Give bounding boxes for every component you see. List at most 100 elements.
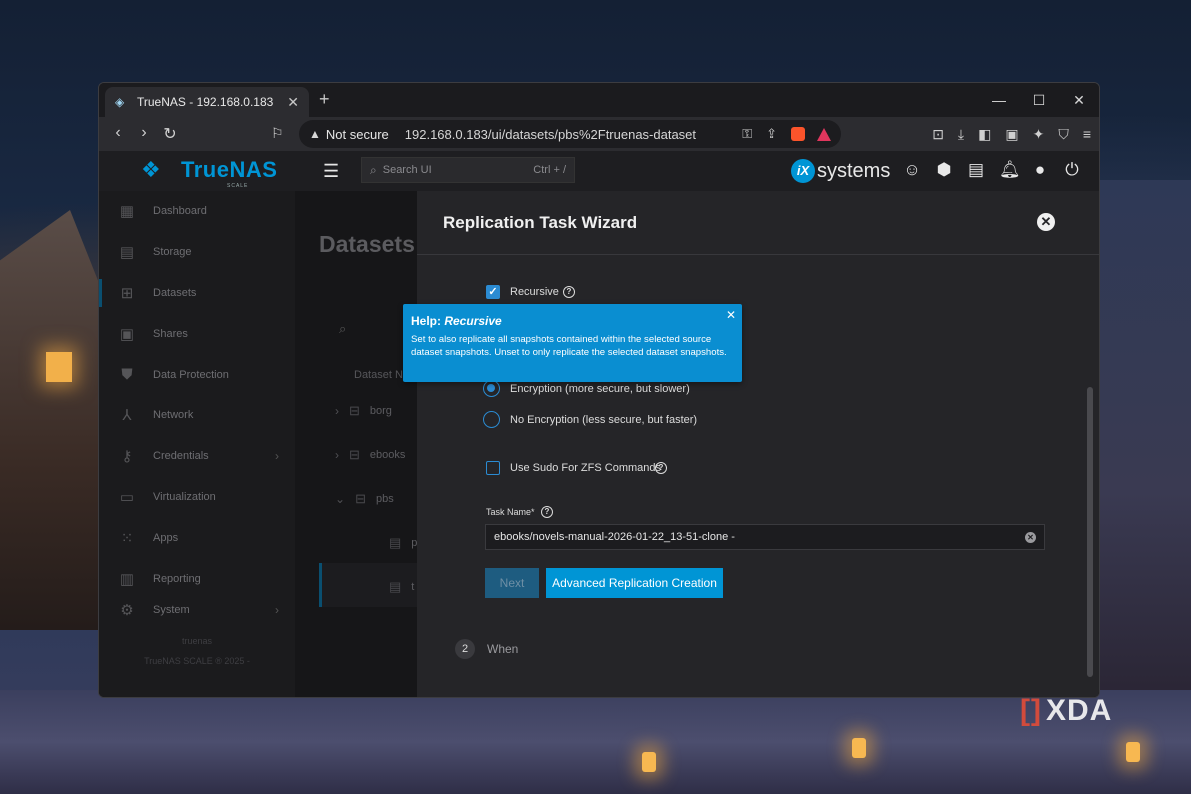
help-icon[interactable]: ?: [563, 286, 575, 298]
sidebar-item-label: Network: [153, 409, 194, 422]
no-encryption-radio[interactable]: [483, 411, 500, 428]
help-tooltip: Help: Recursive Set to also replicate al…: [403, 304, 742, 382]
dataset-search-icon[interactable]: ⌕: [339, 321, 346, 337]
encryption-radio[interactable]: [483, 380, 500, 397]
sidebar-item-apps[interactable]: ⁙ Apps: [99, 517, 295, 558]
close-icon[interactable]: ✕: [1037, 213, 1055, 231]
storage-icon: ▤: [119, 244, 135, 262]
vpn-icon[interactable]: ⛉: [1058, 126, 1069, 143]
sidebar-item-label: Datasets: [153, 286, 197, 299]
search-ui-input[interactable]: ⌕ Search UI Ctrl + /: [361, 157, 575, 183]
forward-icon[interactable]: ›: [131, 124, 157, 144]
table-row[interactable]: › ⊟ borg: [335, 403, 392, 419]
truecommand-icon[interactable]: ⬢: [935, 159, 953, 181]
next-button[interactable]: Next: [485, 568, 539, 598]
sidebar-footer: truenas TrueNAS SCALE ® 2025 -: [99, 631, 295, 671]
sidebar-item-storage[interactable]: ▤ Storage: [99, 232, 295, 273]
close-tab-icon[interactable]: ✕: [287, 94, 299, 111]
truenas-logo[interactable]: ❖ TrueNAS SCALE: [141, 157, 278, 189]
sidebar-item-data-protection[interactable]: ⛊ Data Protection: [99, 354, 295, 395]
ixsystems-logo[interactable]: iX systems: [791, 159, 890, 183]
hostname: truenas: [181, 636, 213, 646]
advanced-replication-button[interactable]: Advanced Replication Creation: [546, 568, 723, 598]
wallpaper-house-left: [0, 210, 100, 630]
url-text[interactable]: 192.168.0.183/ui/datasets/pbs%2Ftruenas-…: [405, 127, 728, 142]
tab-bar: ◈ TrueNAS - 192.168.0.183 ✕ + — ☐ ✕: [99, 83, 1099, 117]
task-name-input[interactable]: ebooks/novels-manual-2026-01-22_13-51-cl…: [485, 524, 1045, 550]
task-name-label: Task Name*: [486, 507, 535, 517]
brave-rewards-icon[interactable]: [817, 127, 831, 141]
clear-input-icon[interactable]: ✕: [1025, 531, 1036, 543]
sidebar-item-dashboard[interactable]: ▦ Dashboard: [99, 191, 295, 232]
reload-icon[interactable]: ↻: [157, 124, 183, 144]
datasets-icon: ⊞: [120, 284, 134, 302]
monitor-icon: ▭: [119, 488, 135, 506]
bookmark-icon[interactable]: ⚐: [271, 125, 284, 142]
new-tab-icon[interactable]: +: [319, 89, 330, 110]
hamburger-menu-icon[interactable]: ☰: [323, 161, 339, 182]
dashboard-icon: ▦: [119, 203, 135, 221]
replication-wizard-dialog: Replication Task Wizard ✕ ✓ Recursive ? …: [417, 191, 1099, 697]
maximize-icon[interactable]: ☐: [1019, 83, 1059, 117]
sidebar-item-reporting[interactable]: ▥ Reporting: [99, 558, 295, 599]
screenshot-icon[interactable]: ⊡: [932, 126, 944, 143]
search-shortcut: Ctrl + /: [533, 164, 566, 176]
sidebar-item-label: System: [153, 603, 190, 616]
sidebar-item-shares[interactable]: ▣ Shares: [99, 313, 295, 354]
account-icon[interactable]: ●: [1031, 159, 1049, 181]
security-label[interactable]: Not secure: [326, 127, 389, 142]
sidebar-item-label: Storage: [153, 246, 192, 259]
share-icon[interactable]: ⇪: [766, 126, 777, 142]
help-icon[interactable]: ?: [655, 462, 667, 474]
sidebar-item-network[interactable]: ⅄ Network: [99, 395, 295, 436]
truenas-app: ❖ TrueNAS SCALE ☰ ⌕ Search UI Ctrl + / i…: [99, 151, 1099, 697]
chevron-right-icon[interactable]: ›: [335, 404, 339, 418]
table-row[interactable]: ⌄ ⊟ pbs: [335, 491, 394, 507]
sidebar-icon[interactable]: ◧: [978, 126, 991, 143]
back-icon[interactable]: ‹: [105, 124, 131, 144]
sidebar-item-label: Reporting: [153, 572, 201, 585]
header-icons: ☺ ⬢ ▤ 🔔︎ ● ⏻: [903, 159, 1081, 181]
recursive-checkbox[interactable]: ✓: [486, 285, 500, 299]
logo-name: TrueNAS: [181, 157, 278, 182]
power-icon[interactable]: ⏻: [1063, 159, 1081, 181]
close-icon[interactable]: ✕: [726, 308, 736, 322]
brave-shields-icon[interactable]: [791, 127, 805, 141]
xda-bracket-icon: []: [1020, 694, 1042, 727]
search-icon: ⌕: [370, 162, 377, 177]
download-icon[interactable]: ⤓: [958, 126, 964, 143]
chevron-right-icon[interactable]: ›: [335, 448, 339, 462]
sidebar-item-label: Shares: [153, 327, 188, 340]
chevron-down-icon[interactable]: ⌄: [335, 492, 345, 506]
feedback-smile-icon[interactable]: ☺: [903, 159, 921, 181]
jobs-clipboard-icon[interactable]: ▤: [967, 159, 985, 181]
tab-title: TrueNAS - 192.168.0.183: [137, 95, 274, 109]
scrollbar[interactable]: [1087, 387, 1093, 677]
sidebar-item-label: Credentials: [153, 450, 209, 463]
notifications-bell-icon[interactable]: 🔔︎: [999, 159, 1021, 181]
address-bar[interactable]: ▲ Not secure 192.168.0.183/ui/datasets/p…: [299, 120, 841, 148]
sidebar-item-datasets[interactable]: ⊞ Datasets: [99, 273, 295, 314]
table-row[interactable]: ▤ t: [389, 579, 414, 595]
task-name-label-text: Task Name: [486, 507, 532, 517]
table-row[interactable]: ▤ p: [389, 535, 417, 551]
apps-grid-icon: ⁙: [120, 529, 134, 547]
table-row[interactable]: › ⊟ ebooks: [335, 447, 405, 463]
task-name-value[interactable]: ebooks/novels-manual-2026-01-22_13-51-cl…: [494, 531, 1025, 543]
tooltip-prefix: Help:: [411, 314, 441, 328]
chevron-right-icon: ›: [275, 602, 279, 617]
sidebar-item-virtualization[interactable]: ▭ Virtualization: [99, 477, 295, 518]
menu-icon[interactable]: ≡: [1083, 126, 1091, 142]
leo-ai-icon[interactable]: ✦: [1033, 126, 1045, 143]
sidebar-item-credentials[interactable]: ⚷ Credentials ›: [99, 436, 295, 477]
key-icon[interactable]: ⚿: [742, 126, 752, 142]
close-window-icon[interactable]: ✕: [1059, 83, 1099, 117]
use-sudo-checkbox[interactable]: [486, 461, 500, 475]
minimize-icon[interactable]: —: [979, 83, 1019, 117]
browser-tab[interactable]: ◈ TrueNAS - 192.168.0.183 ✕: [105, 87, 309, 117]
wallet-icon[interactable]: ▣: [1005, 126, 1018, 143]
dataset-name: borg: [369, 405, 392, 417]
sidebar-item-system[interactable]: ⚙ System ›: [99, 599, 295, 621]
help-icon[interactable]: ?: [541, 506, 553, 518]
step-when[interactable]: 2 When: [455, 639, 518, 659]
